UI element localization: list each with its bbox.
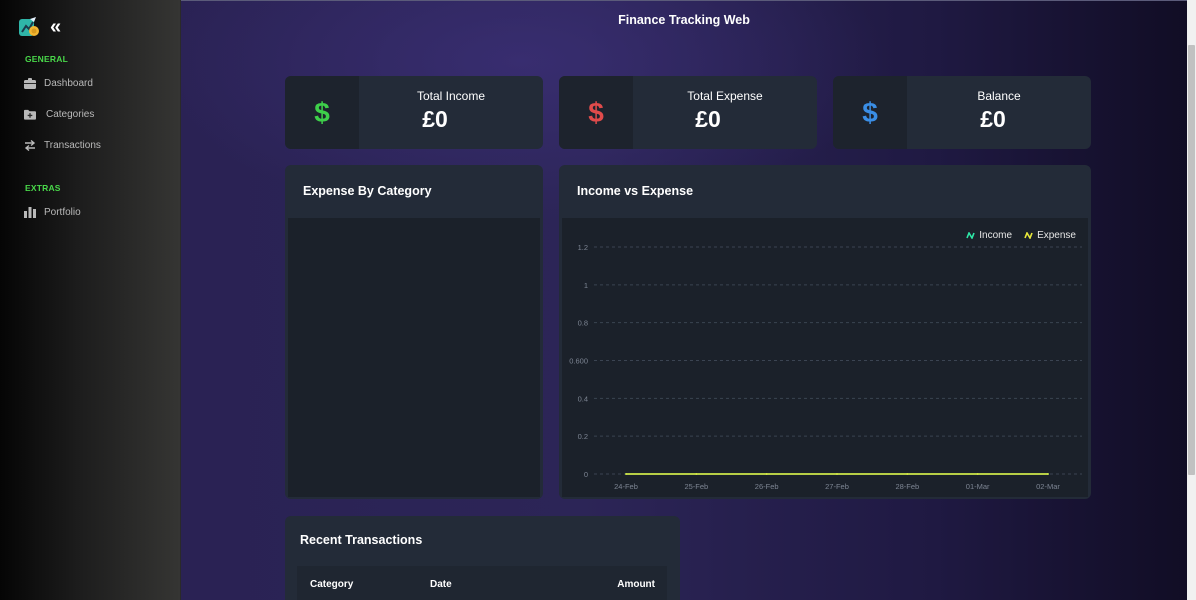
sidebar-section-general: GENERAL [25, 54, 68, 64]
expense-by-category-panel: Expense By Category [285, 165, 543, 499]
data-point-expense [906, 473, 909, 475]
sidebar-item-label: Portfolio [44, 206, 81, 218]
panel-title: Expense By Category [303, 184, 432, 198]
dollar-icon: $ [833, 76, 907, 149]
arrows-exchange-icon [24, 139, 36, 151]
income-expense-line-chart: 0 0.2 0.4 0.600 0.8 1 1.2 24-Feb 25-Feb 26-Feb 27-… [569, 243, 1082, 491]
y-tick-label: 1.2 [578, 243, 588, 252]
sidebar-item-categories[interactable]: Categories [24, 108, 94, 120]
app-root: « GENERAL Dashboard Categories Transacti… [0, 0, 1196, 600]
y-tick-label: 1 [584, 281, 588, 290]
income-vs-expense-panel: Income vs Expense Income Expense 0 0.2 0.4… [559, 165, 1091, 499]
stat-value: £0 [422, 106, 448, 132]
dashboard-icon [24, 77, 36, 89]
column-header-category: Category [310, 579, 354, 590]
collapse-sidebar-icon[interactable]: « [50, 17, 61, 37]
dollar-icon: $ [285, 76, 359, 149]
x-tick-label: 27-Feb [825, 482, 849, 491]
data-point-expense [1047, 473, 1049, 475]
x-tick-label: 26-Feb [755, 482, 779, 491]
transactions-table: Category Date Amount [297, 566, 667, 600]
sidebar: « GENERAL Dashboard Categories Transacti… [0, 0, 181, 600]
income-vs-expense-chart-area: Income Expense 0 0.2 0.4 0.600 0.8 1 1.2 24-Feb… [562, 218, 1088, 497]
panel-title: Recent Transactions [300, 533, 423, 547]
sidebar-item-label: Dashboard [44, 77, 93, 89]
sidebar-item-dashboard[interactable]: Dashboard [24, 77, 93, 89]
page-title: Finance Tracking Web [618, 13, 750, 27]
x-tick-label: 01-Mar [966, 482, 990, 491]
sidebar-header: « [18, 16, 61, 38]
y-tick-label: 0.8 [578, 319, 588, 328]
column-header-amount: Amount [617, 579, 655, 590]
x-tick-label: 24-Feb [614, 482, 638, 491]
stat-value: £0 [695, 106, 721, 132]
y-tick-label: 0.2 [578, 432, 588, 441]
panel-title: Income vs Expense [577, 184, 694, 198]
page-scrollbar[interactable] [1187, 0, 1196, 600]
folder-plus-icon [24, 108, 36, 120]
data-point-expense [625, 473, 627, 475]
x-tick-label: 02-Mar [1036, 482, 1060, 491]
main-content: Finance Tracking Web $ Total Income £0 $… [181, 0, 1187, 600]
x-tick-label: 28-Feb [895, 482, 919, 491]
stat-label: Total Expense [687, 89, 763, 103]
stat-label: Total Income [416, 89, 486, 103]
stat-card-total-expense: $ Total Expense £0 [559, 76, 817, 149]
y-tick-label: 0.600 [569, 357, 588, 366]
sidebar-section-extras: EXTRAS [25, 183, 61, 193]
data-point-expense [695, 473, 698, 475]
y-tick-label: 0.4 [578, 394, 588, 403]
bar-chart-icon [24, 206, 36, 218]
dollar-icon: $ [559, 76, 633, 149]
stat-label: Balance [977, 89, 1021, 103]
column-header-date: Date [430, 579, 452, 590]
data-point-expense [765, 473, 768, 475]
x-tick-label: 25-Feb [684, 482, 708, 491]
data-point-expense [836, 473, 838, 475]
stat-card-total-income: $ Total Income £0 [285, 76, 543, 149]
y-tick-label: 0 [584, 470, 588, 479]
stat-value: £0 [980, 106, 1006, 132]
data-point-expense [976, 473, 979, 475]
expense-by-category-chart-area [288, 218, 540, 497]
sidebar-item-portfolio[interactable]: Portfolio [24, 206, 81, 218]
stat-card-balance: $ Balance £0 [833, 76, 1091, 149]
sidebar-item-label: Categories [46, 108, 95, 120]
sidebar-item-label: Transactions [44, 139, 101, 151]
sidebar-item-transactions[interactable]: Transactions [24, 139, 101, 151]
scrollbar-thumb[interactable] [1188, 45, 1195, 475]
app-logo-icon [18, 16, 40, 38]
recent-transactions-panel: Recent Transactions Category Date Amount [285, 516, 680, 600]
